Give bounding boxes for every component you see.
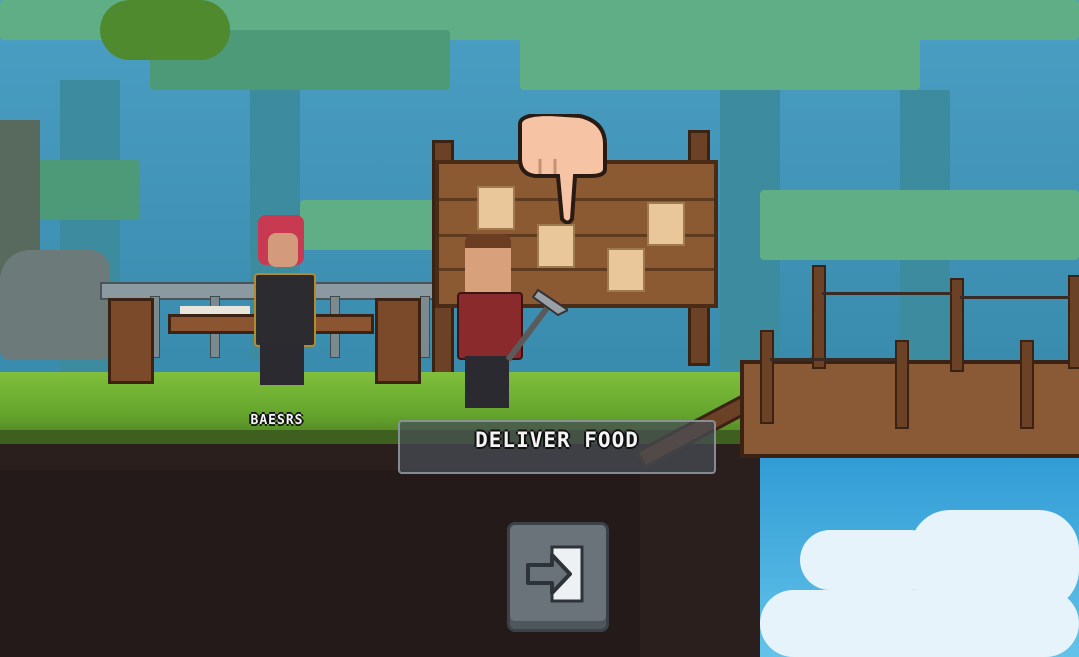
- tutorial-pointer-hand-icon: [518, 114, 607, 224]
- exit-button[interactable]: [507, 522, 609, 632]
- character-face: [268, 233, 298, 267]
- cloud: [760, 590, 1079, 657]
- chair: [375, 298, 421, 384]
- bridge-rope: [960, 296, 1070, 299]
- quest-note[interactable]: [607, 248, 645, 292]
- bridge-rope: [822, 292, 952, 295]
- bridge-post: [760, 330, 774, 424]
- bridge-post: [895, 340, 909, 429]
- bridge-rope: [770, 358, 895, 361]
- character-legs: [260, 343, 304, 385]
- deliver-food-label[interactable]: DELIVER FOOD: [398, 428, 716, 452]
- pickaxe-icon: [505, 288, 568, 362]
- quest-note[interactable]: [647, 202, 685, 246]
- player-character[interactable]: [248, 215, 318, 385]
- tree-canopy: [760, 190, 1079, 260]
- player-name-label: BAESRS: [250, 413, 304, 428]
- bridge-post: [950, 278, 964, 372]
- bridge-post: [812, 265, 826, 369]
- exit-door-icon: [526, 545, 584, 603]
- bridge-post: [1068, 275, 1079, 369]
- water: [760, 450, 1079, 657]
- baluster: [420, 296, 430, 358]
- rock-pile: [0, 250, 110, 360]
- character-coat: [254, 273, 316, 347]
- chair: [108, 298, 154, 384]
- hanging-foliage: [100, 0, 230, 60]
- bridge-post: [1020, 340, 1034, 429]
- quest-note[interactable]: [537, 224, 575, 268]
- tree-canopy: [520, 20, 920, 90]
